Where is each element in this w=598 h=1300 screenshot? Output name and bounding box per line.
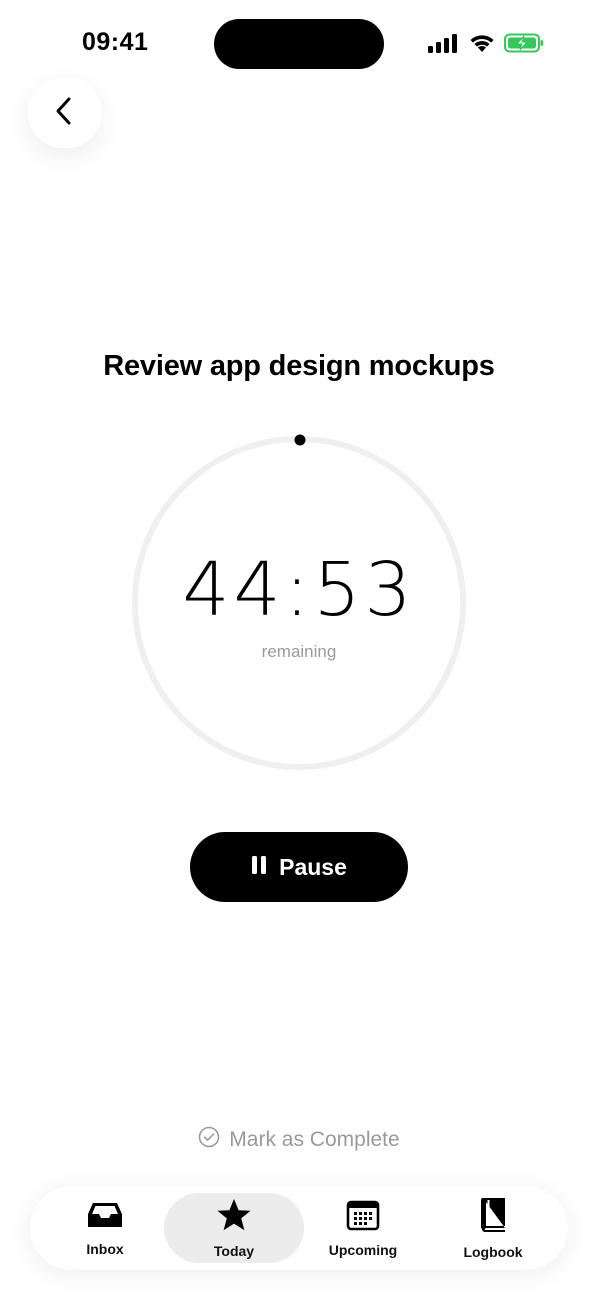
battery-charging-icon bbox=[504, 33, 544, 58]
pause-icon bbox=[251, 855, 267, 880]
timer-progress-marker bbox=[294, 434, 306, 446]
mark-complete-button[interactable]: Mark as Complete bbox=[0, 1126, 598, 1154]
timer-value: 44:53 bbox=[182, 547, 416, 633]
star-icon bbox=[216, 1198, 252, 1237]
tab-label-today: Today bbox=[213, 1242, 255, 1259]
tab-inbox[interactable]: Inbox bbox=[48, 1186, 162, 1270]
pause-button-label: Pause bbox=[279, 853, 347, 880]
cellular-signal-icon bbox=[428, 33, 460, 58]
status-icons bbox=[428, 32, 544, 58]
dynamic-island bbox=[214, 19, 384, 69]
wifi-icon bbox=[468, 32, 496, 58]
mark-complete-label: Mark as Complete bbox=[229, 1128, 400, 1151]
check-circle-icon bbox=[198, 1126, 220, 1154]
tab-label-upcoming: Upcoming bbox=[328, 1241, 398, 1258]
chevron-left-icon bbox=[54, 96, 76, 131]
status-time: 09:41 bbox=[82, 28, 149, 56]
status-bar: 09:41 bbox=[0, 0, 598, 90]
tab-label-logbook: Logbook bbox=[463, 1243, 523, 1260]
timer-caption: remaining bbox=[261, 642, 337, 661]
book-icon bbox=[478, 1197, 508, 1238]
tab-today[interactable]: Today bbox=[164, 1193, 304, 1263]
tab-upcoming[interactable]: Upcoming bbox=[306, 1186, 420, 1270]
calendar-icon bbox=[346, 1199, 380, 1236]
tab-bar: Inbox Today Upcoming Logbook bbox=[30, 1186, 568, 1270]
tab-label-inbox: Inbox bbox=[86, 1240, 124, 1257]
tab-logbook[interactable]: Logbook bbox=[436, 1186, 550, 1270]
pause-button[interactable]: Pause bbox=[190, 832, 408, 902]
back-button[interactable] bbox=[28, 78, 102, 148]
task-title: Review app design mockups bbox=[103, 350, 495, 382]
inbox-icon bbox=[86, 1200, 124, 1235]
